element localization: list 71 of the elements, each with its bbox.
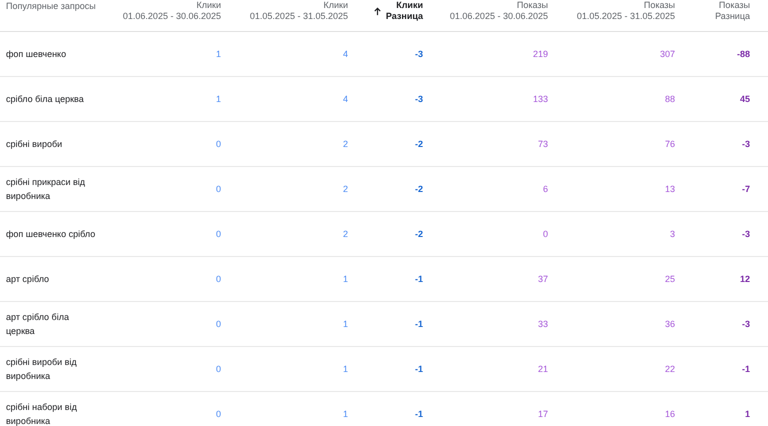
- table-cell: 0: [542, 229, 548, 239]
- table-cell: 307: [660, 49, 675, 59]
- column-header[interactable]: Показы 01.05.2025 - 31.05.2025: [548, 0, 675, 22]
- table-cell: 88: [664, 94, 675, 104]
- table-cell: 4: [342, 94, 348, 104]
- table-cell: 12: [740, 274, 750, 284]
- table-cell: 33: [538, 319, 548, 329]
- table-cell: 0: [216, 139, 221, 149]
- query-cell-text: фоп шевченко срібло: [5, 228, 96, 241]
- table-cell: 76: [664, 139, 675, 149]
- table-cell: -1: [414, 274, 423, 284]
- query-cell-text: срібні прикраси від виробника: [5, 176, 86, 203]
- table-cell: 25: [664, 274, 675, 284]
- table-cell: 2: [342, 139, 348, 149]
- table-cell: -3: [742, 319, 750, 329]
- table-cell: 219: [532, 49, 548, 59]
- query-cell-text: срібні вироби від виробника: [5, 356, 78, 383]
- table-cell: 22: [664, 364, 675, 374]
- table-cell: -1: [414, 409, 423, 419]
- table-cell: 0: [216, 229, 221, 239]
- table-cell: 16: [664, 409, 675, 419]
- column-header[interactable]: Показы 01.06.2025 - 30.06.2025: [423, 0, 548, 22]
- table-cell: -2: [414, 184, 423, 194]
- column-header[interactable]: Показы Разница: [675, 0, 750, 22]
- table-cell: 4: [342, 49, 348, 59]
- table-cell: -3: [414, 49, 423, 59]
- table-cell: 13: [664, 184, 675, 194]
- query-cell-text: срібло біла церква: [5, 93, 85, 106]
- table-cell: -3: [742, 139, 750, 149]
- sort-arrow-icon: [372, 6, 382, 16]
- column-header[interactable]: Клики Разница: [348, 0, 423, 22]
- table-cell: -1: [742, 364, 750, 374]
- query-cell-text: срібні набори від виробника: [5, 401, 78, 426]
- table-cell: 17: [538, 409, 548, 419]
- table-cell: 36: [664, 319, 675, 329]
- table-cell: 1: [342, 319, 348, 329]
- table-cell: -7: [742, 184, 750, 194]
- table-cell: 133: [532, 94, 548, 104]
- table-cell: -1: [414, 319, 423, 329]
- table-cell: 0: [216, 274, 221, 284]
- table-cell: -2: [414, 139, 423, 149]
- table-cell: 1: [342, 364, 348, 374]
- table-cell: -3: [742, 229, 750, 239]
- query-cell-text: арт срібло: [5, 273, 50, 286]
- table-cell: 1: [744, 409, 750, 419]
- table-cell: 1: [216, 49, 221, 59]
- table-cell: 73: [538, 139, 548, 149]
- table-cell: 0: [216, 184, 221, 194]
- table-cell: -2: [414, 229, 423, 239]
- column-heading: Популярные запросы: [6, 1, 96, 11]
- query-cell-text: арт срібло біла церква: [5, 311, 70, 338]
- table-cell: 2: [342, 184, 348, 194]
- table-cell: 1: [342, 274, 348, 284]
- query-cell-text: срібні вироби: [5, 138, 64, 151]
- table-cell: 0: [216, 409, 221, 419]
- table-cell: 1: [216, 94, 221, 104]
- table-cell: 1: [342, 409, 348, 419]
- table-cell: 3: [670, 229, 675, 239]
- column-header[interactable]: Клики 01.06.2025 - 30.06.2025: [100, 0, 221, 22]
- table-cell: 45: [740, 94, 750, 104]
- table-cell: -3: [414, 94, 423, 104]
- table-cell: 6: [542, 184, 548, 194]
- table-cell: -88: [736, 49, 750, 59]
- column-header[interactable]: Клики 01.05.2025 - 31.05.2025: [221, 0, 348, 22]
- table-cell: -1: [414, 364, 423, 374]
- table-cell: 0: [216, 364, 221, 374]
- query-cell-text: фоп шевченко: [5, 48, 68, 61]
- table-cell: 37: [538, 274, 548, 284]
- table-cell: 0: [216, 319, 221, 329]
- table-cell: 21: [538, 364, 548, 374]
- table-cell: 2: [342, 229, 348, 239]
